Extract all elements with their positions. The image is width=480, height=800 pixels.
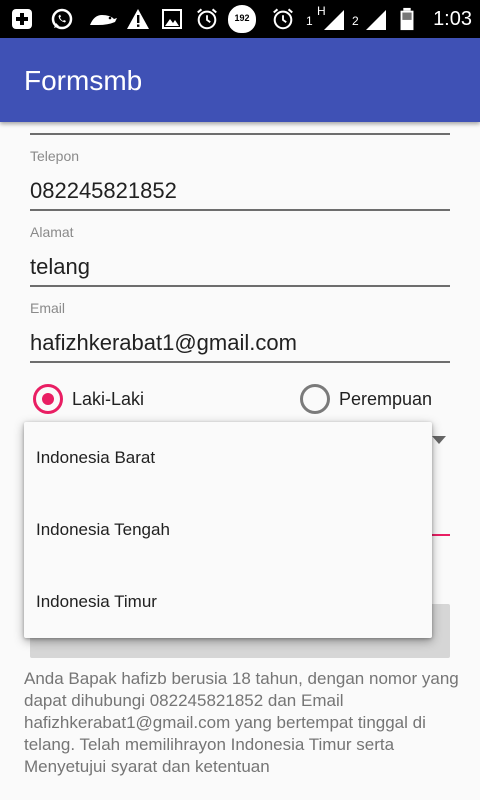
radio-perempuan[interactable]: [300, 384, 330, 414]
spinner-dropdown-icon[interactable]: [432, 436, 446, 444]
status-time: 1:03: [433, 8, 472, 30]
email-label: Email: [30, 300, 66, 316]
email-field[interactable]: hafizhkerabat1@gmail.com: [30, 330, 297, 356]
alarm-icon: [197, 8, 217, 30]
name-field[interactable]: hafizb: [30, 122, 89, 128]
speed-limit-icon: 192: [228, 5, 256, 33]
add-box-icon: [12, 9, 32, 29]
radio-label-perempuan[interactable]: Perempuan: [339, 389, 432, 410]
signal-icon: [324, 10, 344, 30]
app-bar: Formsmb: [0, 38, 480, 122]
bird-icon: [90, 15, 117, 25]
status-bar: 192 1 H 2 1:03: [0, 0, 480, 38]
form-content: hafizb Telepon 082245821852 Alamat telan…: [0, 122, 480, 800]
phone-label: Telepon: [30, 148, 80, 164]
speed-limit-badge: 192: [234, 13, 250, 23]
battery-icon: [400, 7, 414, 31]
name-field-underline: [30, 133, 450, 135]
sim2-label: 2: [352, 14, 359, 28]
alarm-icon: [273, 8, 293, 30]
dropdown-item-indonesia-tengah[interactable]: Indonesia Tengah: [24, 494, 432, 566]
whatsapp-icon: [51, 8, 73, 30]
address-field[interactable]: telang: [30, 254, 90, 280]
warning-icon: [127, 9, 149, 29]
phone-field-underline: [30, 209, 450, 211]
sim1-label: 1: [306, 14, 313, 28]
address-field-underline: [30, 285, 450, 287]
radio-laki-laki[interactable]: [33, 384, 63, 414]
radio-selected-dot: [42, 393, 54, 405]
image-icon: [162, 9, 182, 29]
dropdown-item-indonesia-timur[interactable]: Indonesia Timur: [24, 566, 432, 638]
signal-icon: [366, 10, 386, 30]
email-field-underline: [30, 361, 450, 363]
phone-field[interactable]: 082245821852: [30, 178, 177, 204]
radio-label-laki-laki[interactable]: Laki-Laki: [72, 389, 144, 410]
rayon-dropdown-menu: Indonesia Barat Indonesia Tengah Indones…: [24, 422, 432, 638]
address-label: Alamat: [30, 224, 74, 240]
summary-text: Anda Bapak hafizb berusia 18 tahun, deng…: [24, 669, 459, 776]
dropdown-item-indonesia-barat[interactable]: Indonesia Barat: [24, 422, 432, 494]
app-title: Formsmb: [24, 65, 143, 96]
